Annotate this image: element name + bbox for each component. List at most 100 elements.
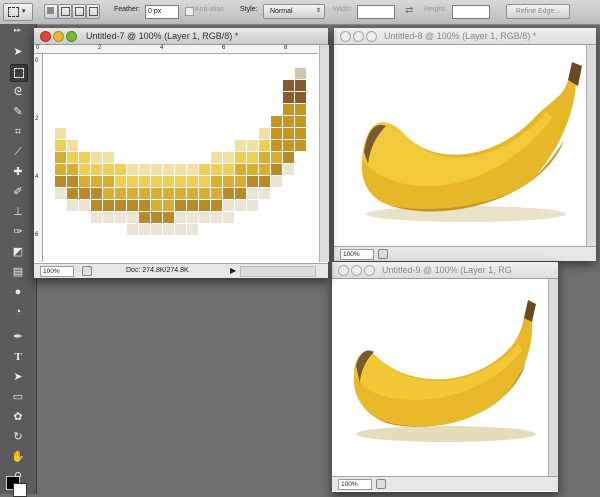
eraser-tool-icon[interactable]: ◩ — [10, 244, 26, 260]
tool-preset-picker[interactable]: ▾ — [3, 3, 33, 21]
canvas-area[interactable] — [43, 54, 318, 262]
anti-alias-checkbox[interactable] — [185, 7, 194, 16]
mosaic-tile — [127, 164, 138, 175]
close-window-icon[interactable] — [340, 31, 351, 42]
swap-icon[interactable]: ⇄ — [405, 5, 413, 16]
ruler-label: 4 — [160, 45, 164, 51]
dodge-tool-icon[interactable]: ◔ — [10, 304, 26, 320]
pen-tool-icon[interactable]: ✒ — [10, 329, 26, 345]
mosaic-tile — [103, 200, 114, 211]
mosaic-tile — [91, 164, 102, 175]
mosaic-tile — [247, 176, 258, 187]
type-tool-icon[interactable]: T — [10, 349, 26, 365]
mosaic-tile — [175, 176, 186, 187]
document-window-untitled-7[interactable]: Untitled-7 @ 100% (Layer 1, RGB/8) * 0 2… — [34, 28, 329, 278]
brush-tool-icon[interactable]: ✐ — [10, 184, 26, 200]
height-input[interactable] — [452, 5, 490, 19]
mosaic-tile — [223, 152, 234, 163]
mosaic-tile — [235, 164, 246, 175]
zoom-level-field[interactable]: 100% — [340, 249, 374, 260]
hand-tool-icon[interactable]: ✋ — [10, 449, 26, 465]
refine-edge-button[interactable]: Refine Edge... — [506, 4, 570, 19]
mosaic-tile — [235, 152, 246, 163]
document-size-info: Doc: 274.8K/274.8K — [126, 267, 189, 274]
zoom-level-field[interactable]: 100% — [40, 266, 74, 277]
width-input[interactable] — [357, 5, 395, 19]
mosaic-tile — [271, 128, 282, 139]
status-menu-arrow-icon[interactable]: ▶ — [230, 266, 236, 275]
window-title: Untitled-9 @ 100% (Layer 1, RG — [382, 265, 512, 275]
background-color-swatch[interactable] — [13, 483, 27, 497]
minimize-window-icon[interactable] — [53, 31, 64, 42]
mosaic-tile — [271, 164, 282, 175]
3d-orbit-tool-icon[interactable]: ↻ — [10, 429, 26, 445]
document-window-untitled-9[interactable]: Untitled-9 @ 100% (Layer 1, RG 100% — [332, 262, 558, 492]
close-window-icon[interactable] — [40, 31, 51, 42]
mosaic-tile — [295, 140, 306, 151]
title-bar[interactable]: Untitled-8 @ 100% (Layer 1, RGB/8) * — [334, 28, 596, 45]
mosaic-tile — [115, 212, 126, 223]
mosaic-tile — [271, 140, 282, 151]
lasso-tool-icon[interactable]: ᘓ — [10, 84, 26, 100]
subtract-selection-icon — [75, 7, 84, 16]
banana-image — [361, 62, 582, 222]
vertical-scrollbar[interactable] — [548, 279, 558, 476]
mosaic-tile — [187, 188, 198, 199]
mosaic-tile — [235, 188, 246, 199]
style-select[interactable]: Normal ⇕ — [263, 4, 325, 19]
rectangular-marquee-tool-icon[interactable] — [10, 64, 28, 82]
mosaic-tile — [175, 200, 186, 211]
mosaic-tile — [259, 188, 270, 199]
canvas-area[interactable] — [346, 56, 584, 242]
rectangle-shape-tool-icon[interactable]: ▭ — [10, 389, 26, 405]
gradient-tool-icon[interactable]: ▤ — [10, 264, 26, 280]
spot-healing-brush-icon[interactable]: ✚ — [10, 164, 26, 180]
canvas-area[interactable] — [342, 288, 544, 468]
intersect-selection-button[interactable] — [86, 4, 100, 19]
move-tool-icon[interactable]: ➤ — [10, 44, 26, 60]
horizontal-ruler[interactable]: 0 2 4 6 8 — [34, 45, 318, 54]
3d-rotate-tool-icon[interactable]: ✿ — [10, 409, 26, 425]
mosaic-tile — [67, 140, 78, 151]
toolbox-collapse-icon[interactable]: ▸▸ — [14, 26, 21, 34]
clone-stamp-tool-icon[interactable]: ⊥ — [10, 204, 26, 220]
status-info-icon[interactable] — [376, 479, 386, 489]
vertical-scrollbar[interactable] — [319, 45, 329, 262]
minimize-window-icon[interactable] — [351, 265, 362, 276]
path-selection-tool-icon[interactable]: ➤ — [10, 369, 26, 385]
zoom-window-icon[interactable] — [364, 265, 375, 276]
history-brush-icon[interactable]: ✑ — [10, 224, 26, 240]
horizontal-scrollbar[interactable] — [240, 266, 316, 277]
zoom-level-field[interactable]: 100% — [338, 479, 372, 490]
mosaic-tile — [199, 200, 210, 211]
mosaic-tile — [187, 164, 198, 175]
new-selection-button[interactable] — [44, 4, 58, 19]
zoom-window-icon[interactable] — [66, 31, 77, 42]
close-window-icon[interactable] — [338, 265, 349, 276]
title-bar[interactable]: Untitled-9 @ 100% (Layer 1, RG — [332, 262, 558, 279]
vertical-ruler[interactable]: 0 2 4 6 — [34, 54, 43, 262]
blur-tool-icon[interactable]: ● — [10, 284, 26, 300]
status-info-icon[interactable] — [378, 249, 388, 259]
minimize-window-icon[interactable] — [353, 31, 364, 42]
status-info-icon[interactable] — [82, 266, 92, 276]
feather-input[interactable]: 0 px — [145, 5, 179, 19]
title-bar[interactable]: Untitled-7 @ 100% (Layer 1, RGB/8) * — [34, 28, 328, 45]
style-value: Normal — [270, 8, 293, 15]
mosaic-tile — [115, 188, 126, 199]
ruler-label: 2 — [35, 116, 39, 122]
document-window-untitled-8[interactable]: Untitled-8 @ 100% (Layer 1, RGB/8) * 100… — [334, 28, 596, 261]
vertical-scrollbar[interactable] — [586, 45, 596, 246]
crop-tool-icon[interactable]: ⌗ — [10, 124, 26, 140]
mosaic-tile — [199, 176, 210, 187]
ruler-label: 6 — [35, 232, 39, 238]
mosaic-tile — [139, 224, 150, 235]
eyedropper-tool-icon[interactable]: ⟋ — [10, 144, 26, 160]
subtract-from-selection-button[interactable] — [72, 4, 86, 19]
mosaic-tile — [271, 152, 282, 163]
add-to-selection-button[interactable] — [58, 4, 72, 19]
mosaic-tile — [259, 128, 270, 139]
zoom-window-icon[interactable] — [366, 31, 377, 42]
mosaic-tile — [127, 200, 138, 211]
quick-selection-tool-icon[interactable]: ✎ — [10, 104, 26, 120]
